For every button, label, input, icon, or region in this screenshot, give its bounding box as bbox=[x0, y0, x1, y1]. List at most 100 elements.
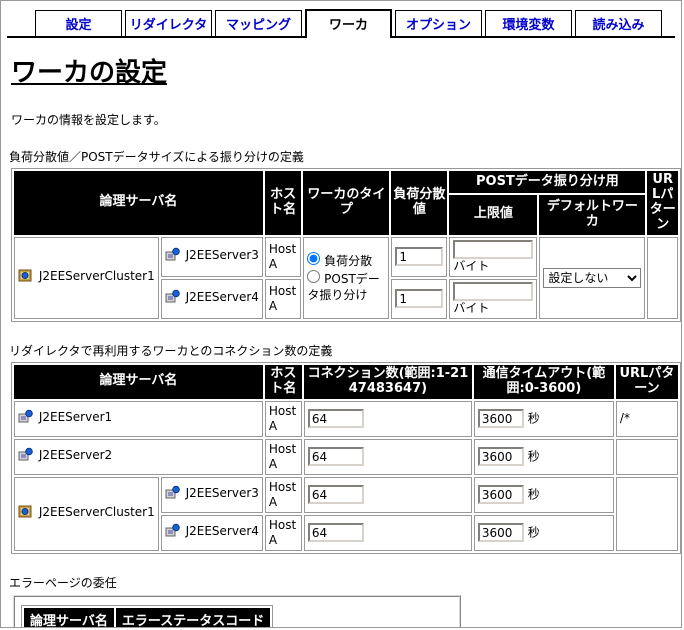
col-load-value: 負荷分散値 bbox=[391, 171, 448, 235]
server-name: J2EEServer1 bbox=[38, 410, 113, 425]
timeout-cell: 秒 bbox=[473, 476, 614, 513]
post-data-radio[interactable] bbox=[307, 269, 321, 283]
connections-cell bbox=[303, 476, 472, 513]
col-post-group: POSTデータ振り分け用 bbox=[449, 171, 646, 194]
tab-mapping[interactable]: マッピング bbox=[215, 10, 302, 36]
timeout-input[interactable] bbox=[477, 485, 524, 505]
timeout-cell: 秒 bbox=[473, 514, 614, 551]
cluster-icon bbox=[18, 504, 33, 523]
col-timeout: 通信タイムアウト(範囲:0-3600) bbox=[473, 364, 614, 399]
url-pattern-cell bbox=[615, 438, 678, 475]
load-balance-option[interactable]: 負荷分散 bbox=[307, 252, 385, 270]
byte-unit-label: バイト bbox=[453, 258, 490, 273]
col-upper-limit: 上限値 bbox=[449, 195, 538, 235]
page-description: ワーカの情報を設定します。 bbox=[11, 113, 166, 127]
upper-limit-cell: バイト bbox=[449, 278, 538, 319]
connections-table: 論理サーバ名 ホスト名 コネクション数(範囲:1-2147483647) 通信タ… bbox=[11, 361, 681, 554]
url-pattern-cell bbox=[615, 476, 678, 551]
connections-input[interactable] bbox=[307, 409, 364, 429]
post-data-option[interactable]: POSTデータ振り分け bbox=[307, 269, 385, 303]
load-value-cell bbox=[391, 236, 448, 277]
connections-cell bbox=[303, 514, 472, 551]
timeout-input[interactable] bbox=[477, 523, 524, 543]
default-worker-select[interactable]: 設定しない bbox=[543, 267, 642, 288]
server-name-cell: J2EEServer4 bbox=[160, 278, 263, 319]
connections-input[interactable] bbox=[307, 523, 364, 543]
url-pattern-cell bbox=[647, 236, 678, 319]
col-logical-server: 論理サーバ名 bbox=[14, 364, 263, 399]
server-name: J2EEServer3 bbox=[185, 486, 259, 501]
server-name: J2EEServer4 bbox=[185, 524, 259, 539]
tab-env-vars[interactable]: 環境変数 bbox=[485, 10, 572, 36]
host-cell: HostA bbox=[264, 514, 302, 551]
worker-type-cell: 負荷分散 POSTデータ振り分け bbox=[303, 236, 390, 319]
page-title: ワーカの設定 bbox=[11, 58, 168, 88]
host-cell: HostA bbox=[264, 476, 302, 513]
server-name-cell: J2EEServer4 bbox=[160, 514, 263, 551]
server-name-cell: J2EEServer2 bbox=[14, 438, 263, 475]
server-icon bbox=[18, 447, 33, 466]
upper-limit-cell: バイト bbox=[449, 236, 538, 277]
second-unit-label: 秒 bbox=[527, 449, 540, 464]
tab-worker[interactable]: ワーカ bbox=[305, 9, 392, 38]
timeout-input[interactable] bbox=[477, 447, 524, 467]
server-icon bbox=[165, 247, 180, 266]
cluster-name-cell: J2EEServerCluster1 bbox=[14, 236, 159, 319]
server-name-cell: J2EEServer3 bbox=[160, 236, 263, 277]
tab-bar: 設定 リダイレクタ マッピング ワーカ オプション 環境変数 読み込み bbox=[7, 1, 675, 38]
load-balance-table: 論理サーバ名 ホスト名 ワーカのタイプ 負荷分散値 POSTデータ振り分け用 U… bbox=[11, 168, 681, 322]
server-name-cell: J2EEServer1 bbox=[14, 400, 263, 437]
server-icon bbox=[18, 409, 33, 428]
col-logical-server: 論理サーバ名 bbox=[14, 171, 263, 235]
load-value-cell bbox=[391, 278, 448, 319]
error-list-col-status-code: エラーステータスコード bbox=[115, 607, 271, 627]
connections-cell bbox=[303, 438, 472, 475]
load-balance-radio[interactable] bbox=[307, 252, 321, 266]
load-balance-radio-label: 負荷分散 bbox=[324, 254, 373, 269]
error-page-box: 論理サーバ名 エラーステータスコード 論理サーバ名 エラーステータスコード 選択… bbox=[13, 594, 461, 627]
second-unit-label: 秒 bbox=[527, 525, 540, 540]
tab-options[interactable]: オプション bbox=[395, 10, 482, 36]
worker-settings-page: 設定 リダイレクタ マッピング ワーカ オプション 環境変数 読み込み ワーカの… bbox=[0, 0, 682, 628]
load-value-input[interactable] bbox=[395, 289, 444, 309]
error-list-header-table: 論理サーバ名 エラーステータスコード bbox=[21, 604, 274, 627]
connections-cell bbox=[303, 400, 472, 437]
host-cell: HostA bbox=[264, 278, 302, 319]
default-worker-cell: 設定しない bbox=[539, 236, 646, 319]
error-list-col-logical-server: 論理サーバ名 bbox=[24, 607, 114, 627]
tab-settings[interactable]: 設定 bbox=[35, 10, 122, 36]
load-value-input[interactable] bbox=[395, 247, 444, 267]
server-icon bbox=[165, 485, 180, 504]
server-name: J2EEServer4 bbox=[185, 290, 259, 305]
connections-input[interactable] bbox=[307, 485, 364, 505]
host-cell: HostA bbox=[264, 438, 302, 475]
upper-limit-input[interactable] bbox=[453, 239, 534, 259]
host-cell: HostA bbox=[264, 400, 302, 437]
connections-input[interactable] bbox=[307, 447, 364, 467]
tab-redirector[interactable]: リダイレクタ bbox=[125, 10, 212, 36]
col-host: ホスト名 bbox=[264, 171, 302, 235]
col-worker-type: ワーカのタイプ bbox=[303, 171, 390, 235]
timeout-cell: 秒 bbox=[473, 438, 614, 475]
cluster-name: J2EEServerCluster1 bbox=[38, 505, 155, 520]
upper-limit-input[interactable] bbox=[453, 281, 534, 301]
url-pattern-cell: /* bbox=[615, 400, 678, 437]
load-balance-section-title: 負荷分散値／POSTデータサイズによる振り分けの定義 bbox=[9, 150, 304, 164]
cluster-icon bbox=[18, 268, 33, 287]
server-icon bbox=[165, 523, 180, 542]
col-connections: コネクション数(範囲:1-2147483647) bbox=[303, 364, 472, 399]
server-icon bbox=[165, 289, 180, 308]
byte-unit-label: バイト bbox=[453, 300, 490, 315]
error-page-section-title: エラーページの委任 bbox=[9, 575, 117, 590]
col-host: ホスト名 bbox=[264, 364, 302, 399]
connections-section-title: リダイレクタで再利用するワーカとのコネクション数の定義 bbox=[9, 343, 333, 358]
tab-load[interactable]: 読み込み bbox=[575, 10, 662, 36]
col-url-pattern: URLパターン bbox=[647, 171, 678, 235]
cluster-name-cell: J2EEServerCluster1 bbox=[14, 476, 159, 551]
cluster-name: J2EEServerCluster1 bbox=[38, 269, 155, 284]
server-name: J2EEServer2 bbox=[38, 448, 113, 463]
timeout-cell: 秒 bbox=[473, 400, 614, 437]
second-unit-label: 秒 bbox=[527, 411, 540, 426]
timeout-input[interactable] bbox=[477, 409, 524, 429]
col-url-pattern: URLパターン bbox=[615, 364, 678, 399]
